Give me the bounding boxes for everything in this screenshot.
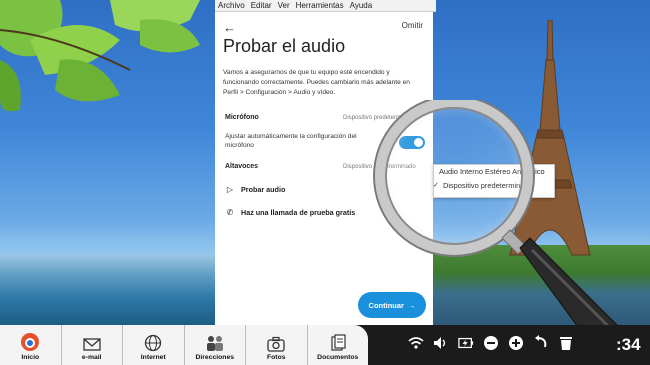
documents-icon — [331, 334, 346, 351]
envelope-icon — [83, 338, 101, 351]
page-title: Probar el audio — [223, 36, 346, 56]
home-logo-icon — [21, 333, 40, 351]
taskbar-documentos[interactable]: Documentos — [308, 325, 369, 365]
dropdown-option-label: Dispositivo predeterminado — [443, 181, 533, 190]
eiffel-tower-image — [509, 20, 591, 256]
test-call-label: Haz una llamada de prueba gratis — [241, 208, 356, 217]
back-arrow-icon[interactable]: ← — [223, 20, 236, 35]
undo-icon[interactable] — [533, 335, 549, 351]
test-audio-label: Probar audio — [241, 185, 286, 194]
volume-icon[interactable] — [433, 335, 449, 351]
zoom-out-icon[interactable] — [483, 335, 499, 351]
menu-ayuda[interactable]: Ayuda — [350, 1, 373, 10]
continue-button[interactable]: Continuar → — [358, 292, 426, 318]
taskbar-direcciones[interactable]: Direcciones — [185, 325, 246, 365]
zoom-in-icon[interactable] — [508, 335, 524, 351]
menu-editar[interactable]: Editar — [251, 1, 272, 10]
system-tray — [408, 335, 574, 351]
skip-link[interactable]: Omitir — [402, 21, 423, 30]
taskbar: Inicio e-mail Internet Direcciones Fotos… — [0, 325, 650, 365]
taskbar-launcher: Inicio e-mail Internet Direcciones Fotos… — [0, 325, 368, 365]
menu-herramientas[interactable]: Herramientas — [296, 1, 344, 10]
wifi-icon[interactable] — [408, 335, 424, 351]
auto-adjust-label: Ajustar automáticamente la configuración… — [225, 133, 357, 149]
microphone-label: Micrófono — [225, 114, 259, 121]
auto-adjust-toggle[interactable] — [399, 136, 425, 149]
taskbar-fotos[interactable]: Fotos — [246, 325, 308, 365]
taskbar-label: Internet — [140, 354, 166, 361]
camera-icon — [267, 336, 285, 352]
taskbar-label: Direcciones — [195, 354, 235, 361]
contacts-icon — [206, 336, 223, 351]
taskbar-label: Documentos — [317, 354, 359, 361]
microphone-select[interactable]: Dispositivo predeterminado — [343, 115, 416, 121]
taskbar-label: Fotos — [267, 354, 286, 361]
app-menubar: Archivo Editar Ver Herramientas Ayuda — [215, 0, 436, 12]
phone-icon: ✆ — [226, 208, 234, 217]
menu-archivo[interactable]: Archivo — [218, 1, 245, 10]
taskbar-inicio[interactable]: Inicio — [0, 325, 62, 365]
battery-charging-icon[interactable] — [458, 335, 474, 351]
test-call-button[interactable]: ✆ Haz una llamada de prueba gratis — [225, 208, 356, 217]
clock: :34 — [616, 335, 641, 354]
description-text: Vamos a asegurarnos de que tu equipo est… — [223, 69, 410, 96]
play-icon: ▷ — [226, 185, 234, 194]
dropdown-option[interactable]: Audio Interno Estéreo Analógico — [434, 165, 554, 179]
menu-ver[interactable]: Ver — [278, 1, 290, 10]
globe-icon — [145, 334, 162, 352]
taskbar-internet[interactable]: Internet — [123, 325, 185, 365]
checkmark-icon: ✓ — [433, 182, 439, 189]
taskbar-email[interactable]: e-mail — [62, 325, 123, 365]
continue-label: Continuar — [368, 300, 404, 310]
arrow-right-icon: → — [407, 300, 416, 310]
taskbar-label: e-mail — [81, 354, 102, 361]
wallpaper-river-left — [0, 255, 215, 325]
speakers-dropdown: Audio Interno Estéreo Analógico ✓ Dispos… — [433, 164, 555, 198]
speakers-label: Altavoces — [225, 163, 259, 170]
test-audio-button[interactable]: ▷ Probar audio — [225, 185, 285, 194]
audio-test-dialog: ← Omitir Probar el audio Vamos a asegura… — [215, 12, 433, 325]
wallpaper-leaves — [0, 0, 200, 112]
taskbar-label: Inicio — [21, 354, 40, 361]
speakers-select[interactable]: Dispositivo predeterminado — [343, 164, 416, 170]
dropdown-option-selected[interactable]: ✓ Dispositivo predeterminado — [433, 179, 554, 193]
trash-icon[interactable] — [558, 335, 574, 351]
